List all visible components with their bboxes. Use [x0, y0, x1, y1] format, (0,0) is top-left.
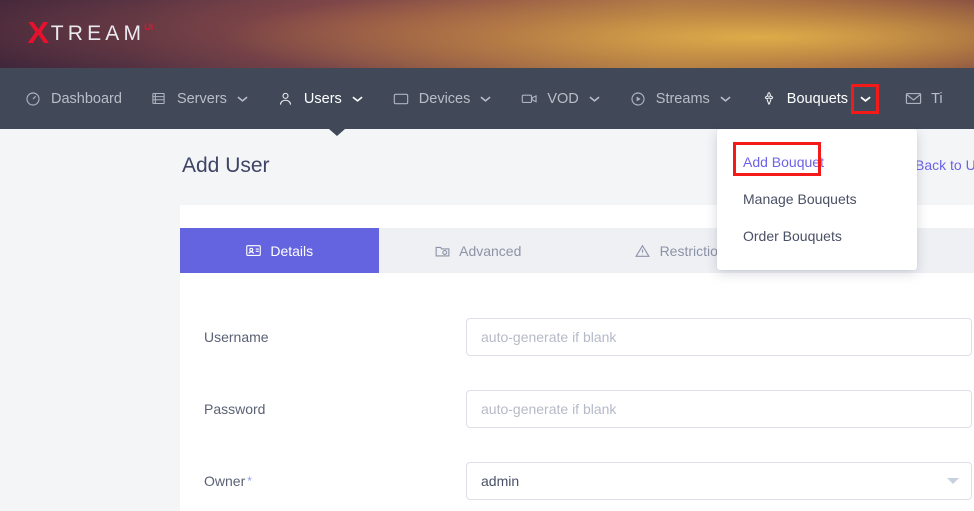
id-card-icon: [245, 243, 261, 259]
nav-item-vod[interactable]: VOD: [520, 90, 600, 108]
nav-label-vod: VOD: [547, 90, 579, 107]
nav-item-devices[interactable]: Devices: [392, 90, 493, 108]
servers-icon: [150, 90, 168, 108]
back-to-users-link[interactable]: Back to Us: [915, 157, 974, 173]
users-icon: [277, 90, 295, 108]
add-user-form: Username Password Owner * admin: [180, 273, 974, 511]
nav-label-dashboard: Dashboard: [51, 90, 122, 107]
chevron-down-icon-streams[interactable]: [719, 92, 732, 105]
tickets-icon: [904, 90, 922, 108]
field-owner: admin: [466, 462, 972, 500]
dashboard-icon: [24, 90, 42, 108]
nav-label-devices: Devices: [418, 90, 471, 107]
chevron-down-icon-users[interactable]: [351, 92, 364, 105]
label-password: Password: [204, 401, 266, 417]
label-owner-text: Owner: [204, 473, 246, 489]
form-row-username: Username: [180, 301, 974, 373]
chevron-down-icon-owner: [947, 478, 959, 484]
owner-select-value: admin: [481, 473, 520, 489]
dropdown-label-order-bouquets: Order Bouquets: [743, 227, 842, 244]
nav-label-servers: Servers: [176, 90, 227, 107]
nav-label-users: Users: [303, 90, 342, 107]
owner-select[interactable]: admin: [466, 462, 972, 500]
tab-advanced[interactable]: Advanced: [378, 228, 577, 273]
nav-label-streams: Streams: [655, 90, 710, 107]
nav-item-tickets[interactable]: Ti: [904, 90, 943, 108]
chevron-down-icon-servers[interactable]: [236, 92, 249, 105]
logo-x-mark: X: [27, 15, 50, 50]
logo-wordmark: TREAM: [50, 22, 146, 45]
tab-label-details: Details: [270, 242, 314, 259]
chevron-down-icon-devices[interactable]: [479, 92, 492, 105]
tab-label-restrictions: Restrictio: [659, 242, 718, 259]
chevron-down-icon-bouquets[interactable]: [851, 83, 880, 114]
required-indicator-owner: *: [247, 474, 252, 488]
field-username: [466, 318, 972, 356]
brand-header: X TREAM UI: [0, 0, 974, 68]
nav-label-tickets: Ti: [931, 90, 943, 107]
nav-item-streams[interactable]: Streams: [629, 90, 732, 108]
password-input[interactable]: [466, 390, 972, 428]
main-navbar: Dashboard Servers Users Devices VOD Stre…: [0, 68, 974, 129]
nav-label-bouquets: Bouquets: [786, 90, 849, 107]
devices-icon: [392, 90, 410, 108]
dropdown-item-order-bouquets[interactable]: Order Bouquets: [717, 217, 917, 254]
tab-label-advanced: Advanced: [459, 242, 522, 259]
warning-icon: [635, 243, 651, 259]
cog-folder-icon: [434, 243, 450, 259]
dropdown-label-manage-bouquets: Manage Bouquets: [743, 190, 857, 207]
nav-item-users[interactable]: Users: [277, 90, 364, 108]
form-row-owner: Owner * admin: [180, 445, 974, 511]
nav-item-dashboard[interactable]: Dashboard: [24, 90, 122, 108]
chevron-down-icon-vod[interactable]: [588, 92, 601, 105]
nav-active-pointer: [329, 129, 345, 136]
page-title: Add User: [182, 154, 270, 177]
field-password: [466, 390, 972, 428]
vod-icon: [520, 90, 538, 108]
dropdown-item-add-bouquet[interactable]: Add Bouquet: [717, 143, 917, 180]
nav-item-bouquets[interactable]: Bouquets: [760, 83, 880, 114]
xtream-logo[interactable]: X TREAM UI: [27, 15, 154, 51]
app-root: X TREAM UI Dashboard Servers Users Devic…: [0, 0, 974, 511]
dropdown-label-add-bouquet: Add Bouquet: [743, 153, 824, 170]
streams-icon: [629, 90, 647, 108]
label-owner: Owner *: [204, 473, 466, 489]
tab-details[interactable]: Details: [180, 228, 379, 273]
nav-item-servers[interactable]: Servers: [150, 90, 249, 108]
bouquets-icon: [760, 90, 778, 108]
username-input[interactable]: [466, 318, 972, 356]
label-username: Username: [204, 329, 269, 345]
form-row-password: Password: [180, 373, 974, 445]
logo-superscript: UI: [144, 22, 154, 32]
dropdown-item-manage-bouquets[interactable]: Manage Bouquets: [717, 180, 917, 217]
bouquets-dropdown-menu: Add Bouquet Manage Bouquets Order Bouque…: [717, 129, 917, 270]
